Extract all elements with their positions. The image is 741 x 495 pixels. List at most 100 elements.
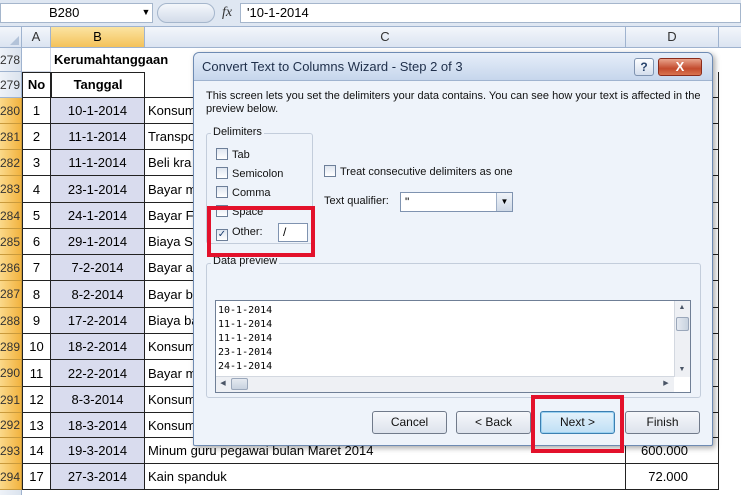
function-icon[interactable]: fx xyxy=(218,4,236,22)
consecutive-delimiters-checkbox[interactable]: Treat consecutive delimiters as one xyxy=(324,165,513,181)
no-cell[interactable]: 17 xyxy=(22,464,51,490)
back-button[interactable]: < Back xyxy=(456,411,531,434)
no-cell[interactable]: 5 xyxy=(22,203,51,229)
row-header[interactable]: 295 xyxy=(0,490,22,495)
column-header-d[interactable]: D xyxy=(626,27,719,48)
column-header-e[interactable] xyxy=(719,27,741,48)
row-header[interactable]: 286 xyxy=(0,255,22,281)
date-cell[interactable]: 19-3-2014 xyxy=(51,438,145,464)
no-cell[interactable]: 3 xyxy=(22,150,51,176)
formula-bar-divider[interactable] xyxy=(157,3,215,23)
checkbox-box[interactable] xyxy=(216,148,228,160)
column-header-c[interactable]: C xyxy=(145,27,626,48)
semicolon-checkbox[interactable]: Semicolon xyxy=(216,167,283,183)
row-header[interactable]: 292 xyxy=(0,413,22,438)
preview-horizontal-scrollbar[interactable]: ◀ ▶ xyxy=(216,376,674,392)
cancel-button[interactable]: Cancel xyxy=(372,411,447,434)
scroll-left-icon[interactable]: ◀ xyxy=(216,377,230,391)
consecutive-label: Treat consecutive delimiters as one xyxy=(340,166,513,178)
no-header-cell[interactable]: No xyxy=(22,72,51,98)
no-cell[interactable]: 7 xyxy=(22,255,51,281)
column-header-b[interactable]: B xyxy=(51,27,145,48)
date-cell[interactable]: 11-1-2014 xyxy=(51,150,145,176)
no-cell[interactable]: 11 xyxy=(22,360,51,387)
preview-line: 24-1-2014 xyxy=(218,361,273,372)
text-qualifier-label: Text qualifier: xyxy=(324,195,389,207)
date-cell[interactable]: 18-3-2014 xyxy=(51,413,145,438)
no-cell[interactable]: 4 xyxy=(22,176,51,203)
next-button-highlight xyxy=(531,395,624,453)
date-cell[interactable]: 8-3-2014 xyxy=(51,387,145,413)
row-header[interactable]: 289 xyxy=(0,334,22,360)
row-header[interactable]: 285 xyxy=(0,229,22,255)
vertical-scroll-thumb[interactable] xyxy=(676,317,689,331)
date-header-cell[interactable]: Tanggal xyxy=(51,72,145,98)
amount-cell[interactable]: 72.000 xyxy=(626,464,719,490)
formula-input[interactable]: '10-1-2014 xyxy=(240,3,741,23)
data-preview-box[interactable]: 10-1-2014 11-1-2014 11-1-2014 23-1-2014 … xyxy=(215,300,691,393)
name-box[interactable]: B280 xyxy=(0,3,153,23)
no-cell[interactable]: 9 xyxy=(22,308,51,334)
select-all-corner[interactable] xyxy=(0,27,22,48)
tab-checkbox[interactable]: Tab xyxy=(216,148,250,164)
row-header[interactable]: 293 xyxy=(0,438,22,464)
preview-line: 10-1-2014 xyxy=(218,305,273,316)
date-cell[interactable]: 29-1-2014 xyxy=(51,229,145,255)
no-cell[interactable]: 1 xyxy=(22,98,51,124)
checkbox-box[interactable] xyxy=(324,165,336,177)
delimiters-label: Delimiters xyxy=(211,126,264,138)
date-cell[interactable]: 22-2-2014 xyxy=(51,360,145,387)
checkbox-box[interactable] xyxy=(216,186,228,198)
row-header[interactable]: 280 xyxy=(0,98,22,124)
date-cell[interactable]: 10-1-2014 xyxy=(51,98,145,124)
no-cell[interactable]: 6 xyxy=(22,229,51,255)
row-header[interactable]: 278 xyxy=(0,48,22,72)
comma-checkbox[interactable]: Comma xyxy=(216,186,271,202)
row-header[interactable]: 281 xyxy=(0,124,22,150)
date-cell[interactable]: 24-1-2014 xyxy=(51,203,145,229)
spreadsheet-cell[interactable] xyxy=(22,48,51,72)
no-cell[interactable]: 13 xyxy=(22,413,51,438)
row-header[interactable]: 288 xyxy=(0,308,22,334)
no-cell[interactable]: 10 xyxy=(22,334,51,360)
scroll-right-icon[interactable]: ▶ xyxy=(659,377,673,391)
preview-vertical-scrollbar[interactable]: ▲ ▼ xyxy=(674,301,690,377)
row-header[interactable]: 294 xyxy=(0,464,22,490)
no-cell[interactable]: 2 xyxy=(22,124,51,150)
row-header[interactable]: 283 xyxy=(0,176,22,203)
date-cell[interactable]: 23-1-2014 xyxy=(51,176,145,203)
close-button[interactable]: X xyxy=(658,58,702,76)
row-header[interactable]: 284 xyxy=(0,203,22,229)
column-header-a[interactable]: A xyxy=(22,27,51,48)
scroll-up-icon[interactable]: ▲ xyxy=(675,301,689,315)
row-header[interactable]: 282 xyxy=(0,150,22,176)
text-qualifier-select[interactable]: " ▼ xyxy=(400,192,513,212)
date-cell[interactable]: 8-2-2014 xyxy=(51,281,145,308)
date-cell[interactable]: 18-2-2014 xyxy=(51,334,145,360)
description-cell[interactable]: Kain spanduk xyxy=(145,464,626,490)
tab-label: Tab xyxy=(232,149,250,161)
row-header[interactable]: 290 xyxy=(0,360,22,387)
chevron-down-icon[interactable]: ▼ xyxy=(496,193,512,211)
no-cell[interactable]: 12 xyxy=(22,387,51,413)
row-header[interactable]: 291 xyxy=(0,387,22,413)
date-cell[interactable]: 11-1-2014 xyxy=(51,124,145,150)
date-cell[interactable]: 17-2-2014 xyxy=(51,308,145,334)
comma-label: Comma xyxy=(232,187,271,199)
dialog-description: This screen lets you set the delimiters … xyxy=(206,90,701,115)
row-header[interactable]: 279 xyxy=(0,72,22,98)
row-header[interactable]: 287 xyxy=(0,281,22,308)
finish-button[interactable]: Finish xyxy=(625,411,700,434)
date-cell[interactable]: 27-3-2014 xyxy=(51,464,145,490)
other-delimiter-highlight xyxy=(207,206,315,257)
checkbox-box[interactable] xyxy=(216,167,228,179)
no-cell[interactable]: 14 xyxy=(22,438,51,464)
scroll-down-icon[interactable]: ▼ xyxy=(675,363,689,377)
date-cell[interactable]: 7-2-2014 xyxy=(51,255,145,281)
preview-line: 23-1-2014 xyxy=(218,347,273,358)
formula-value: '10-1-2014 xyxy=(247,5,309,20)
dropdown-arrow-icon[interactable]: ▼ xyxy=(141,6,151,18)
no-cell[interactable]: 8 xyxy=(22,281,51,308)
horizontal-scroll-thumb[interactable] xyxy=(231,378,248,390)
help-button[interactable]: ? xyxy=(634,58,654,76)
